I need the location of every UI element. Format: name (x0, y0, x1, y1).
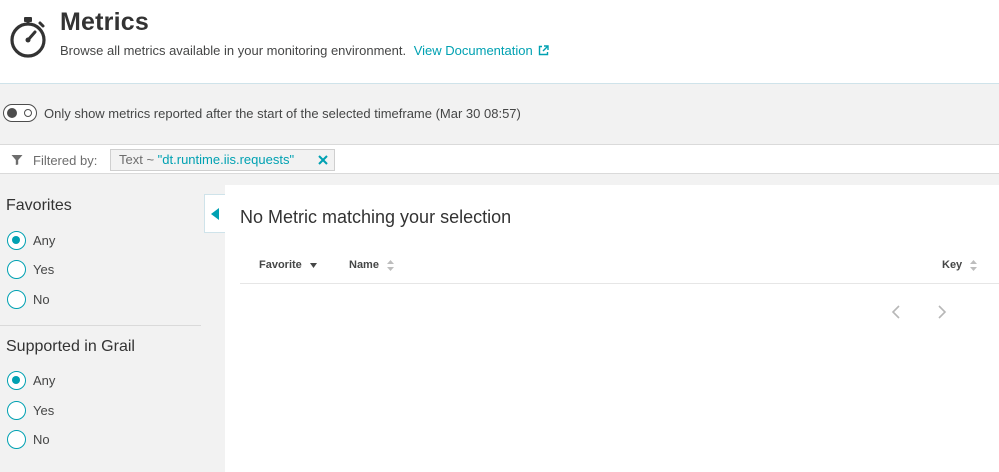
previous-page-icon[interactable] (889, 304, 903, 320)
page-header: Metrics Browse all metrics available in … (0, 0, 999, 84)
filter-icon (11, 155, 23, 165)
radio-circle (7, 231, 26, 250)
empty-state-title: No Metric matching your selection (240, 207, 512, 227)
column-label: Key (942, 259, 963, 271)
column-header-key[interactable]: Key (942, 259, 978, 271)
stopwatch-icon (10, 17, 46, 58)
sort-descending-icon (309, 262, 317, 268)
next-page-icon[interactable] (935, 304, 949, 320)
radio-circle (7, 430, 26, 449)
column-header-favorite[interactable]: Favorite (259, 259, 317, 271)
remove-filter-icon[interactable] (317, 154, 329, 166)
radio-label: Yes (33, 262, 55, 277)
filter-chip[interactable]: Text ~ "dt.runtime.iis.requests" (110, 149, 335, 171)
radio-circle (7, 260, 26, 279)
external-link-icon (538, 45, 549, 56)
grail-section-title: Supported in Grail (6, 338, 135, 355)
radio-label: No (33, 292, 50, 307)
timeframe-toggle-row: Only show metrics reported after the sta… (0, 100, 999, 126)
favorites-section-title: Favorites (6, 197, 72, 214)
timeframe-toggle-label: Only show metrics reported after the sta… (44, 106, 521, 121)
radio-label: Yes (33, 403, 55, 418)
view-documentation-label: View Documentation (413, 43, 533, 58)
radio-label: Any (33, 233, 56, 248)
toggle-off-indicator (24, 109, 32, 117)
filter-label: Filtered by: (33, 153, 98, 168)
collapse-sidebar-button[interactable] (204, 194, 225, 233)
timeframe-toggle[interactable] (3, 104, 37, 122)
subtitle-text: Browse all metrics available in your mon… (60, 43, 407, 58)
page-subtitle: Browse all metrics available in your mon… (60, 43, 549, 58)
metrics-panel: No Metric matching your selection Favori… (225, 185, 999, 472)
sort-icon (387, 259, 395, 271)
radio-label: No (33, 432, 50, 447)
caret-left-icon (211, 208, 219, 220)
filter-bar[interactable]: Filtered by: Text ~ "dt.runtime.iis.requ… (0, 144, 999, 174)
sidebar-divider (0, 325, 201, 326)
radio-label: Any (33, 373, 56, 388)
filter-chip-key: Text ~ (119, 152, 158, 167)
filter-sidebar: Favorites Any Yes No Supported in Grail … (0, 175, 224, 472)
column-label: Name (349, 259, 379, 271)
filter-chip-value: "dt.runtime.iis.requests" (157, 152, 295, 167)
radio-circle (7, 371, 26, 390)
table-header-divider (240, 283, 999, 284)
view-documentation-link[interactable]: View Documentation (414, 43, 549, 58)
radio-selected-dot (12, 376, 20, 384)
radio-circle (7, 401, 26, 420)
page-title: Metrics (60, 8, 149, 36)
sort-icon (970, 259, 978, 271)
column-header-name[interactable]: Name (349, 259, 395, 271)
column-label: Favorite (259, 259, 302, 271)
radio-selected-dot (12, 236, 20, 244)
radio-circle (7, 290, 26, 309)
toggle-knob (7, 108, 17, 118)
